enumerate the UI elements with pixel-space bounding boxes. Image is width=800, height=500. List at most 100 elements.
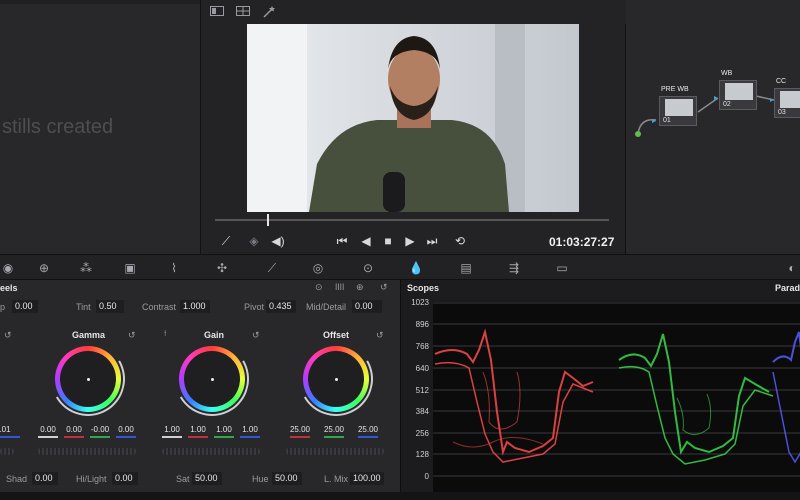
gain-master-bar bbox=[162, 436, 182, 438]
offset-wheel[interactable] bbox=[290, 333, 382, 425]
lift-jog-wheel[interactable] bbox=[0, 448, 14, 455]
gamma-master-value[interactable]: 0.00 bbox=[37, 425, 59, 434]
gain-master-value[interactable]: 1.00 bbox=[161, 425, 183, 434]
param-label-temp: p bbox=[0, 302, 6, 312]
gain-wheel[interactable] bbox=[166, 333, 258, 425]
param-value-hue[interactable]: 50.00 bbox=[272, 472, 302, 485]
gain-green-bar bbox=[214, 436, 234, 438]
gamma-reset-icon[interactable]: ↺ bbox=[128, 330, 136, 341]
stop-icon[interactable]: ■ bbox=[379, 233, 397, 249]
offset-jog-wheel[interactable] bbox=[286, 448, 384, 455]
param-label-contrast: Contrast bbox=[142, 302, 177, 312]
param-value-hilight[interactable]: 0.00 bbox=[112, 472, 138, 485]
go-to-end-icon[interactable]: ⏭ bbox=[423, 233, 441, 249]
node-cc[interactable]: 03 bbox=[774, 88, 800, 118]
color-wheels-panel: eels ⊙ ǀǀǀǀ ⊕ ↺ p 0.00 Tint 0.50 Contras… bbox=[0, 280, 400, 500]
blur-icon[interactable]: 💧 bbox=[408, 260, 424, 276]
node-number: 02 bbox=[723, 101, 731, 108]
bars-mode-icon[interactable]: ǀǀǀǀ bbox=[335, 282, 344, 292]
color-warper-icon[interactable]: ✣ bbox=[214, 260, 230, 276]
playhead[interactable] bbox=[267, 214, 269, 226]
qualifier-icon[interactable]: ⟋ bbox=[264, 260, 280, 276]
video-frame[interactable] bbox=[247, 24, 579, 212]
param-value-temp[interactable]: 0.00 bbox=[12, 300, 38, 313]
param-label-l-mix: L. Mix bbox=[324, 474, 349, 484]
transport-controls: ⟋ ◈ ◀) ⏮ ◀ ■ ▶ ⏭ ⟲ 01:03:27:27 bbox=[201, 228, 627, 254]
offset-green-value[interactable]: 25.00 bbox=[321, 425, 347, 434]
play-icon[interactable]: ▶ bbox=[401, 233, 419, 249]
split-screen-icon[interactable] bbox=[235, 6, 251, 18]
gamma-wheel[interactable] bbox=[42, 333, 134, 425]
node-pre-wb[interactable]: 01 bbox=[659, 96, 697, 126]
offset-red-value[interactable]: 25.00 bbox=[287, 425, 313, 434]
offset-reset-icon[interactable]: ↺ bbox=[376, 330, 384, 341]
node-wb[interactable]: 02 bbox=[719, 80, 757, 110]
tracker-icon[interactable]: ⊙ bbox=[360, 260, 376, 276]
offset-red-bar bbox=[290, 436, 310, 438]
viewer-mode-icon[interactable] bbox=[209, 6, 225, 18]
param-value-pivot[interactable]: 0.435 bbox=[266, 300, 296, 313]
timeline-scrubber[interactable] bbox=[215, 219, 609, 221]
motion-effects-icon[interactable]: ▭ bbox=[554, 260, 570, 276]
log-mode-icon[interactable]: ⊕ bbox=[356, 282, 364, 293]
offset-green-bar bbox=[324, 436, 344, 438]
reverse-play-icon[interactable]: ◀ bbox=[357, 233, 375, 249]
gamma-green-bar bbox=[90, 436, 110, 438]
param-value-tint[interactable]: 0.50 bbox=[96, 300, 124, 313]
node-connections bbox=[635, 95, 775, 137]
node-thumbnail bbox=[780, 91, 800, 108]
power-window-icon[interactable]: ◎ bbox=[310, 260, 326, 276]
volume-icon[interactable]: ◀) bbox=[269, 233, 287, 249]
viewer-toolbar bbox=[201, 0, 627, 24]
gamma-green-value[interactable]: -0.00 bbox=[89, 425, 111, 434]
reset-all-icon[interactable]: ↺ bbox=[380, 282, 388, 293]
sizing-icon[interactable]: ⇶ bbox=[506, 260, 522, 276]
primaries-mode-icon[interactable]: ⊙ bbox=[315, 282, 323, 293]
param-value-mid-detail[interactable]: 0.00 bbox=[352, 300, 382, 313]
hdr-wheels-icon[interactable]: ⁂ bbox=[78, 260, 94, 276]
picker-icon[interactable]: ⟋ bbox=[217, 233, 235, 249]
param-label-hue: Hue bbox=[252, 474, 269, 484]
color-wheels-icon[interactable]: ◉ bbox=[0, 260, 16, 276]
param-value-l-mix[interactable]: 100.00 bbox=[350, 472, 384, 485]
lift-master-value[interactable]: .01 bbox=[0, 425, 16, 434]
scope-tick-768: 768 bbox=[415, 342, 429, 351]
param-value-shad[interactable]: 0.00 bbox=[32, 472, 58, 485]
wheels-title: eels bbox=[0, 283, 18, 293]
gamma-jog-wheel[interactable] bbox=[38, 448, 136, 455]
lift-reset-icon[interactable]: ↺ bbox=[4, 330, 12, 341]
param-label-sat: Sat bbox=[176, 474, 190, 484]
page-footer bbox=[0, 492, 800, 500]
param-label-tint: Tint bbox=[76, 302, 91, 312]
gain-green-value[interactable]: 1.00 bbox=[213, 425, 235, 434]
parade-scope bbox=[433, 302, 800, 492]
scope-toggle-icon[interactable]: ◐ bbox=[784, 260, 800, 276]
gain-jog-wheel[interactable] bbox=[162, 448, 260, 455]
primaries-bars-icon[interactable]: ⊕ bbox=[36, 260, 52, 276]
param-value-contrast[interactable]: 1.000 bbox=[180, 300, 210, 313]
scope-tick-1023: 1023 bbox=[411, 298, 429, 307]
gamma-blue-value[interactable]: 0.00 bbox=[115, 425, 137, 434]
gamma-red-value[interactable]: 0.00 bbox=[63, 425, 85, 434]
go-to-start-icon[interactable]: ⏮ bbox=[333, 233, 351, 249]
param-label-hilight: Hi/Light bbox=[76, 474, 107, 484]
magic-wand-icon[interactable] bbox=[261, 6, 277, 18]
key-icon[interactable]: ▤ bbox=[458, 260, 474, 276]
param-value-sat[interactable]: 50.00 bbox=[192, 472, 222, 485]
gamma-red-bar bbox=[64, 436, 84, 438]
layers-icon[interactable]: ◈ bbox=[245, 233, 263, 249]
gain-red-value[interactable]: 1.00 bbox=[187, 425, 209, 434]
color-tools-toolbar: ◉ ⊕ ⁂ ▣ ⌇ ✣ ⟋ ◎ ⊙ 💧 ▤ ⇶ ▭ ◐ bbox=[0, 254, 800, 280]
gain-blue-value[interactable]: 1.00 bbox=[239, 425, 261, 434]
offset-blue-bar bbox=[358, 436, 378, 438]
node-label-wb: WB bbox=[721, 70, 733, 77]
scope-tick-0: 0 bbox=[424, 472, 429, 481]
scopes-panel: Scopes Parad 1023 896 768 640 512 384 25… bbox=[400, 280, 800, 500]
gain-picker-icon[interactable]: ⟊ bbox=[164, 328, 166, 339]
curves-icon[interactable]: ⌇ bbox=[166, 260, 182, 276]
loop-icon[interactable]: ⟲ bbox=[451, 233, 469, 249]
rgb-mixer-icon[interactable]: ▣ bbox=[122, 260, 138, 276]
offset-blue-value[interactable]: 25.00 bbox=[355, 425, 381, 434]
gain-reset-icon[interactable]: ↺ bbox=[252, 330, 260, 341]
scope-mode-dropdown[interactable]: Parad bbox=[775, 283, 800, 293]
